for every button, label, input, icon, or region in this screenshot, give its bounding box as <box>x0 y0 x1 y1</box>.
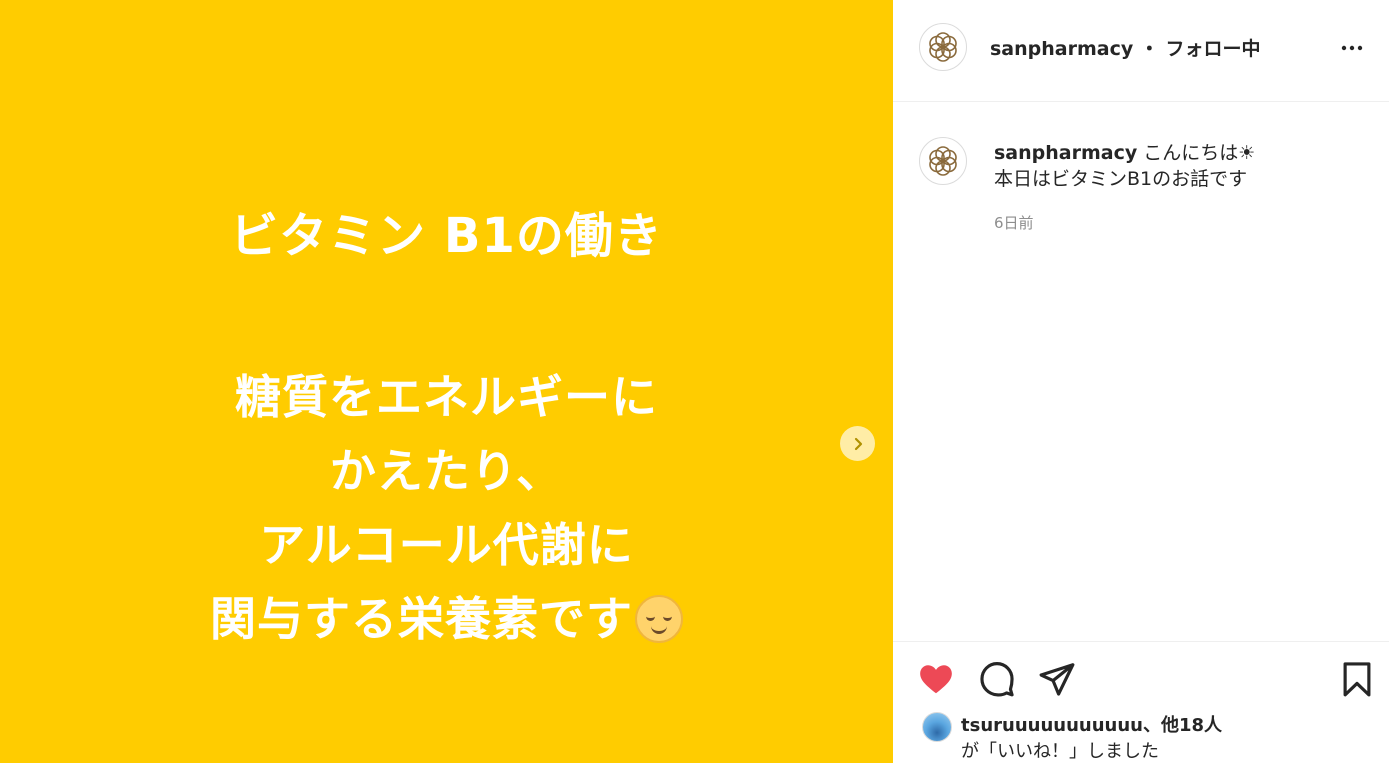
caption-username[interactable]: sanpharmacy <box>994 142 1137 164</box>
paper-plane-icon <box>1039 663 1075 696</box>
post-header: sanpharmacy ・ フォロー中 <box>893 0 1389 102</box>
more-options-icon <box>1341 45 1363 51</box>
chevron-right-icon <box>854 437 862 450</box>
post-line-3: アルコール代謝に <box>259 518 634 572</box>
likes-others[interactable]: 、他18人 <box>1143 715 1222 736</box>
share-button[interactable] <box>1038 660 1076 698</box>
caption-line-1: こんにちは☀ <box>1143 142 1256 164</box>
caption-timestamp[interactable]: 6日前 <box>994 212 1034 233</box>
likes-suffix: が「いいね！」しました <box>961 741 1159 762</box>
comment-button[interactable] <box>978 660 1016 698</box>
post-line-4: 関与する栄養素です <box>210 592 633 646</box>
liker-avatar[interactable] <box>922 712 952 742</box>
likes-summary: tsuruuuuuuuuuuu、他18人 <box>961 711 1222 737</box>
post-line-1: 糖質をエネルギーに <box>235 370 658 424</box>
avatar[interactable] <box>919 23 967 71</box>
post-side-panel: sanpharmacy ・ フォロー中 sanpharmacy こんにちは☀ 本… <box>893 0 1389 763</box>
post-caption: sanpharmacy こんにちは☀ 本日はビタミンB1のお話です <box>994 140 1364 192</box>
header-username[interactable]: sanpharmacy <box>990 38 1133 60</box>
post-line-4-wrap: 関与する栄養素です <box>0 582 893 656</box>
caption-line-2: 本日はビタミンB1のお話です <box>994 168 1248 190</box>
post-body-text: 糖質をエネルギーに かえたり、 アルコール代謝に 関与する栄養素です <box>0 360 893 656</box>
bookmark-icon <box>1343 662 1371 697</box>
header-separator: ・ <box>1139 38 1159 60</box>
follow-status[interactable]: フォロー中 <box>1166 38 1261 60</box>
post-media[interactable]: ビタミン B1の働き 糖質をエネルギーに かえたり、 アルコール代謝に 関与する… <box>0 0 893 763</box>
save-button[interactable] <box>1338 660 1376 698</box>
post-line-2: かえたり、 <box>329 444 564 498</box>
heart-icon <box>920 665 952 694</box>
comment-icon <box>980 662 1014 697</box>
more-options-button[interactable] <box>1340 36 1364 60</box>
relieved-face-emoji-icon <box>635 594 683 643</box>
next-slide-button[interactable] <box>840 426 875 461</box>
post-actions: tsuruuuuuuuuuuu、他18人 が「いいね！」しました <box>893 641 1389 764</box>
header-username-row: sanpharmacy ・ フォロー中 <box>990 34 1261 61</box>
flower-logo-icon <box>929 146 957 176</box>
post-title: ビタミン B1の働き <box>230 208 663 264</box>
flower-logo-icon <box>929 32 957 62</box>
caption-avatar[interactable] <box>919 137 967 185</box>
liker-username[interactable]: tsuruuuuuuuuuuu <box>961 715 1143 736</box>
like-button[interactable] <box>917 660 955 698</box>
